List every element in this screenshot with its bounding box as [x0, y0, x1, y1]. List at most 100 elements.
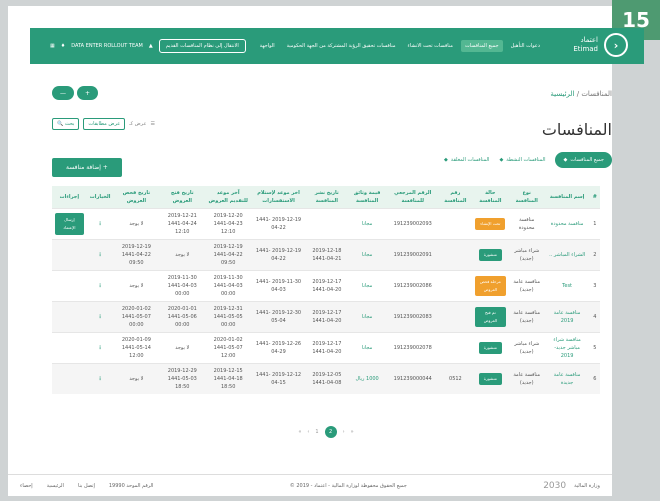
nav-vision-tenders[interactable]: منافسات تحقيق الرؤية المشتركة من الجهة ا…: [283, 40, 400, 52]
grid-icon[interactable]: ▦: [50, 43, 55, 49]
col-status: حالة المنافسة: [471, 186, 509, 209]
col-type: نوع المنافسة: [509, 186, 545, 209]
options-kebab-icon[interactable]: ⋮: [98, 345, 103, 351]
options-kebab-icon[interactable]: ⋮: [98, 314, 103, 320]
status-badge: تحت الإنشاء: [475, 218, 506, 230]
col-actions: إجراءات: [52, 186, 87, 209]
legacy-system-button[interactable]: الانتقال إلى نظام المنافسات القديم: [158, 39, 246, 53]
stack-icon: ◆: [443, 157, 448, 163]
publish-date: 2019-12-18 1441-04-21: [312, 248, 342, 262]
reference-number: 191239000044: [393, 376, 432, 382]
footer-link-home[interactable]: الرئيسية: [47, 483, 64, 489]
row-number: 3: [593, 283, 597, 289]
table-row: 3 Test منافسة عامة (جديد) مرحلة فحص العروض 1…: [52, 270, 600, 302]
opening-date: 2019-12-29 1441-05-03 18:50: [167, 368, 197, 390]
inquiries-deadline: 2019-11-30 1441-04-03: [255, 279, 302, 293]
tender-name-link[interactable]: منافسة عامة جديدة: [554, 372, 581, 386]
row-number: 2: [593, 252, 597, 258]
breadcrumb-separator: /: [576, 90, 580, 98]
tender-name-link[interactable]: منافسة شراء مباشر جديد- 2019: [553, 337, 581, 359]
reference-number: 191239002091: [393, 252, 432, 258]
status-badge: مرحلة فحص العروض: [474, 276, 506, 296]
col-reference: الرقم المرجعي للمنافسة: [386, 186, 440, 209]
pager-page-1[interactable]: 1: [315, 429, 318, 435]
quick-action-pills: — +: [52, 86, 99, 100]
submission-deadline: 2019-11-30 1441-04-03 00:00: [213, 275, 243, 297]
submission-deadline: 2019-12-19 1441-04-22 09:50: [213, 244, 243, 266]
status-badge: منشورة: [478, 373, 502, 385]
opening-date: 2020-01-01 1441-05-06 00:00: [167, 306, 197, 328]
vision-2030-logo: 2030: [543, 480, 567, 491]
user-name[interactable]: DATA ENTER ROLLOUT TEAM: [71, 43, 143, 49]
options-kebab-icon[interactable]: ⋮: [98, 283, 103, 289]
submission-deadline: 2019-12-20 1441-04-23 12:10: [213, 213, 243, 235]
publish-date: 2019-12-17 1441-04-20: [312, 341, 342, 355]
tender-name-link[interactable]: منافسة محدودة: [551, 221, 584, 227]
table-row: 6 منافسة عامة جديدة منافسة عامة (جديد) منشو…: [52, 363, 600, 394]
tender-name-link[interactable]: Test: [562, 283, 572, 289]
reference-number: 191239002083: [393, 314, 432, 320]
footer-link-contact[interactable]: إتصل بنا: [78, 483, 95, 489]
logo-english-text: Etimad: [573, 45, 598, 53]
collapse-pill[interactable]: —: [52, 86, 74, 100]
tab-active-tenders[interactable]: ◆ المنافسات النشطة: [499, 157, 545, 163]
table-row: 5 منافسة شراء مباشر جديد- 2019 شراء مباشر …: [52, 332, 600, 364]
document-value: مجانا: [361, 221, 373, 227]
pager-prev[interactable]: ‹: [307, 429, 309, 435]
bell-icon[interactable]: ♦: [61, 43, 65, 49]
table-body: 1 منافسة محدودة منافسة محدودة تحت الإنشاء 19…: [52, 208, 600, 394]
table-row: 4 منافسة عامة 2019 منافسة عامة (جديد) تم فت…: [52, 301, 600, 333]
breadcrumb-current: المنافسات: [581, 90, 612, 98]
top-navigation-bar: اعتماد Etimad › دعوات التأهيل جميع المنا…: [30, 28, 644, 64]
nav-dashboard[interactable]: الواجهة: [256, 40, 279, 52]
options-kebab-icon[interactable]: ⋮: [98, 376, 103, 382]
stack-icon: ◆: [499, 157, 504, 163]
document-value: مجانا: [361, 314, 373, 320]
tender-name-link[interactable]: الشراء المباشر ..: [549, 252, 585, 258]
user-icon: ▲: [148, 43, 153, 49]
logo-arabic-text: اعتماد: [580, 36, 598, 44]
tender-name-link[interactable]: منافسة عامة 2019: [554, 310, 581, 324]
options-kebab-icon[interactable]: ⋮: [98, 221, 103, 227]
send-approval-button[interactable]: إرسال الإعتماد: [55, 213, 84, 235]
tenders-table: # إسم المنافسة نوع المنافسة حالة المنافس…: [52, 186, 600, 394]
nav-under-construction[interactable]: منافسات تحت الانشاء: [404, 40, 457, 52]
tab-all-tenders[interactable]: ◆ جميع المنافسات: [555, 152, 612, 168]
view-controls: 🔍 بحث عرض مطابقات عرض كـ ☰: [52, 118, 155, 130]
reference-number: 191239002078: [393, 345, 432, 351]
status-badge: منشورة: [478, 342, 502, 354]
publish-date: 2019-12-17 1441-04-20: [312, 279, 342, 293]
pager-first[interactable]: «: [298, 429, 301, 435]
exam-date: 2019-12-19 1441-04-22 09:50: [121, 244, 151, 266]
search-button[interactable]: 🔍 بحث: [52, 118, 80, 130]
col-number: #: [589, 186, 600, 209]
nav-all-tenders[interactable]: جميع المنافسات: [460, 40, 503, 52]
col-options: الخيارات: [86, 186, 114, 209]
col-value: قيمة وثائق المنافسة: [347, 186, 387, 209]
main-content: — + المنافسات / الرئيسية المنافسات 🔍 بحث…: [52, 80, 612, 460]
nav-qualification[interactable]: دعوات التأهيل: [507, 40, 544, 52]
document-value: 1000 ريال: [355, 376, 379, 382]
main-nav: دعوات التأهيل جميع المنافسات منافسات تحت…: [256, 28, 544, 64]
page-title: المنافسات: [541, 120, 612, 139]
document-value: مجانا: [361, 345, 373, 351]
exam-date: لا يوجد: [129, 376, 144, 382]
options-kebab-icon[interactable]: ⋮: [98, 252, 103, 258]
pager-last[interactable]: »: [351, 429, 354, 435]
pager-next[interactable]: ›: [343, 429, 345, 435]
opening-date: 2019-12-21 1441-04-24 12:10: [167, 213, 197, 235]
col-submit: آخر موعد للتقديم العروض: [205, 186, 252, 209]
row-number: 6: [593, 376, 597, 382]
list-view-icon[interactable]: ☰: [150, 121, 154, 127]
logo-arrow-icon: ›: [604, 33, 628, 57]
display-matches-button[interactable]: عرض مطابقات: [83, 118, 126, 130]
plus-pill[interactable]: +: [77, 86, 99, 100]
add-tender-button[interactable]: إضافة منافسة +: [52, 158, 122, 177]
breadcrumb-home[interactable]: الرئيسية: [550, 90, 574, 98]
etimad-logo[interactable]: اعتماد Etimad ›: [573, 33, 628, 57]
tender-type: منافسة عامة (جديد): [513, 279, 541, 293]
footer-link-stats[interactable]: إحصاء: [20, 483, 33, 489]
status-badge: تم فتح العروض: [474, 307, 506, 327]
pager-page-2[interactable]: 2: [324, 426, 337, 438]
tab-closed-tenders[interactable]: ◆ المنافسات المغلقة: [444, 157, 489, 163]
